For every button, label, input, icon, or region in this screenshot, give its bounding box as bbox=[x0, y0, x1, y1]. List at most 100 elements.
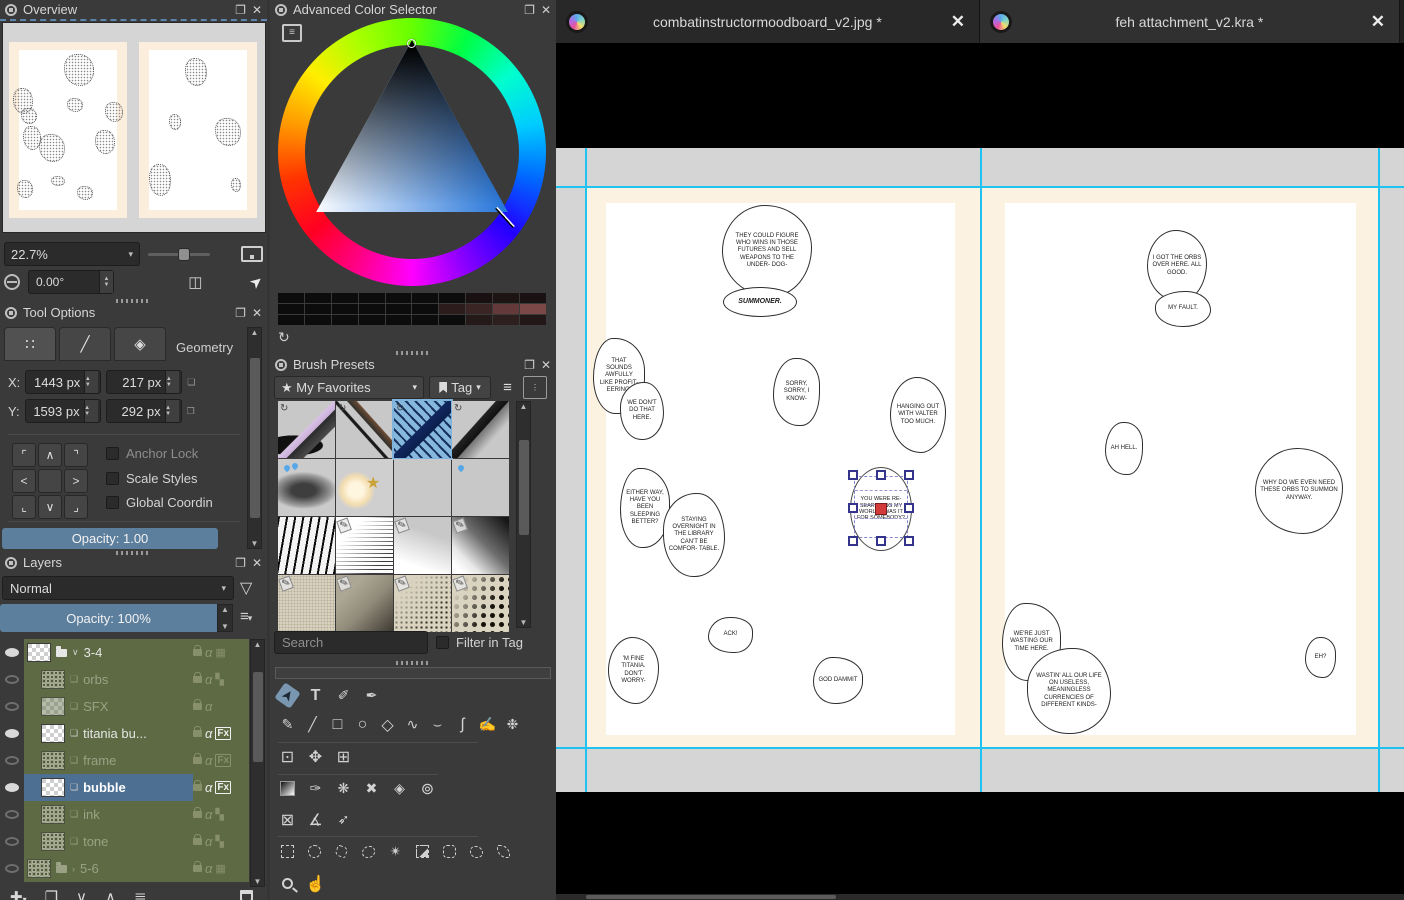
layer-row-orbs[interactable]: ❏ orbs α▚ bbox=[0, 666, 249, 693]
tool-assistants[interactable]: ⊠ bbox=[278, 810, 297, 829]
swatch[interactable] bbox=[466, 293, 492, 303]
canvas-workspace[interactable]: THEY COULD FIGURE WHO WINS IN THOSE FUTU… bbox=[556, 148, 1404, 792]
selected-shape-transform[interactable]: YOU WERE RE- SEARCHING MY WORLD? WAS IT … bbox=[847, 464, 915, 556]
tag-filter-dropdown[interactable]: ★ My Favorites▾ bbox=[274, 376, 424, 399]
swatch[interactable] bbox=[332, 293, 358, 303]
brush-preset[interactable]: ✎ bbox=[336, 517, 393, 574]
tool-magnetic-select[interactable] bbox=[494, 842, 513, 861]
width-field[interactable]: 217 px ▲▼ bbox=[106, 370, 182, 394]
anchor-center[interactable] bbox=[38, 469, 62, 493]
speech-bubble[interactable]: MY FAULT. bbox=[1155, 291, 1211, 327]
add-layer-button[interactable]: ✚▾ bbox=[10, 888, 27, 900]
swatch[interactable] bbox=[359, 315, 385, 325]
tool-enclose-fill[interactable]: ⊚ bbox=[418, 779, 437, 798]
tool-dynamic-brush[interactable]: ✍ bbox=[478, 715, 497, 734]
tab-fill[interactable]: ◈ bbox=[114, 327, 166, 361]
visibility-eye-icon[interactable] bbox=[0, 837, 24, 846]
transform-handle-sw[interactable] bbox=[848, 536, 858, 546]
speech-bubble[interactable]: SUMMONER. bbox=[723, 287, 797, 317]
global-coordinates-checkbox[interactable]: Global Coordin bbox=[106, 495, 213, 510]
tool-transform[interactable]: ⊡ bbox=[278, 747, 297, 766]
layer-options-menu-icon[interactable]: ≡▾ bbox=[240, 608, 251, 625]
speech-bubble[interactable]: SORRY, SORRY, I KNOW- bbox=[773, 358, 820, 426]
layer-row-5-6[interactable]: › 5-6 α▦ bbox=[0, 855, 249, 882]
x-position-field[interactable]: 1443 px ▲▼ bbox=[25, 370, 101, 394]
docker-handle[interactable] bbox=[396, 661, 430, 665]
move-layer-down-button[interactable]: ∨ bbox=[76, 888, 87, 900]
scale-styles-checkbox[interactable]: Scale Styles bbox=[106, 471, 198, 486]
docker-lock-icon[interactable] bbox=[5, 307, 17, 319]
swatch[interactable] bbox=[520, 315, 546, 325]
swatch[interactable] bbox=[386, 304, 412, 314]
tool-crop[interactable]: ⊞ bbox=[334, 747, 353, 766]
tool-smart-patch[interactable]: ✖ bbox=[362, 779, 381, 798]
blend-mode-dropdown[interactable]: Normal ▾ bbox=[2, 576, 234, 600]
tool-move[interactable]: ✥ bbox=[306, 747, 325, 766]
swatch[interactable] bbox=[278, 315, 304, 325]
layer-filter-icon[interactable]: ▽ bbox=[240, 578, 252, 598]
expand-chevron-icon[interactable]: › bbox=[72, 864, 75, 874]
expand-chevron-icon[interactable]: ∨ bbox=[72, 647, 79, 658]
brush-preset[interactable]: ↻ bbox=[278, 401, 335, 458]
transform-center-handle[interactable] bbox=[875, 503, 887, 515]
swatch[interactable] bbox=[466, 304, 492, 314]
swatch[interactable] bbox=[359, 304, 385, 314]
swatch[interactable] bbox=[520, 304, 546, 314]
close-docker-icon[interactable]: ✕ bbox=[541, 359, 551, 371]
tool-contiguous-select[interactable] bbox=[440, 842, 459, 861]
tool-freehand-select[interactable] bbox=[359, 842, 378, 861]
swatch[interactable] bbox=[412, 293, 438, 303]
brush-grid-scrollbar[interactable]: ▲▼ bbox=[516, 401, 531, 628]
visibility-eye-icon[interactable] bbox=[0, 783, 24, 792]
aspect-link-icon[interactable]: ❏ bbox=[187, 377, 195, 388]
tool-edit-shapes[interactable]: ✐ bbox=[334, 686, 353, 705]
float-docker-icon[interactable]: ❐ bbox=[235, 4, 246, 16]
speech-bubble[interactable]: WE DON'T DO THAT HERE. bbox=[620, 382, 664, 440]
anchor-top-left[interactable]: ⌜ bbox=[12, 443, 36, 467]
swatch[interactable] bbox=[278, 304, 304, 314]
brush-preset[interactable] bbox=[278, 459, 335, 516]
tab-stroke[interactable]: ╱ bbox=[59, 327, 111, 361]
visibility-eye-icon[interactable] bbox=[0, 729, 24, 738]
duplicate-layer-button[interactable]: ❐ bbox=[45, 888, 58, 900]
brush-preset[interactable]: ✎ bbox=[336, 575, 393, 632]
docker-lock-icon[interactable] bbox=[275, 359, 287, 371]
height-field[interactable]: 292 px ▲▼ bbox=[106, 399, 182, 423]
visibility-eye-icon[interactable] bbox=[0, 810, 24, 819]
tool-line[interactable]: ╱ bbox=[303, 715, 322, 734]
anchor-top-right[interactable]: ⌝ bbox=[64, 443, 88, 467]
toolbox-blank-field[interactable] bbox=[275, 667, 551, 679]
speech-bubble[interactable]: GOD DAMMIT bbox=[813, 657, 863, 704]
swatch[interactable] bbox=[439, 304, 465, 314]
transform-handle-se[interactable] bbox=[904, 536, 914, 546]
tag-button[interactable]: Tag▾ bbox=[429, 376, 491, 399]
tool-polyline[interactable]: ∿ bbox=[403, 715, 422, 734]
tool-reference-images[interactable]: ➶ bbox=[334, 810, 353, 829]
swatch[interactable] bbox=[493, 293, 519, 303]
float-docker-icon[interactable]: ❐ bbox=[235, 307, 246, 319]
zoom-slider-knob[interactable] bbox=[178, 248, 190, 261]
close-docker-icon[interactable]: ✕ bbox=[252, 4, 262, 16]
close-docker-icon[interactable]: ✕ bbox=[252, 307, 262, 319]
brush-preset[interactable]: ↻ bbox=[336, 401, 393, 458]
tool-options-scrollbar[interactable]: ▲▼ bbox=[247, 327, 262, 549]
tool-bezier-curve[interactable]: ⌣ bbox=[428, 715, 447, 734]
swatch[interactable] bbox=[466, 315, 492, 325]
tool-text[interactable]: T bbox=[306, 686, 325, 705]
tool-ellipse[interactable]: ○ bbox=[353, 715, 372, 734]
acs-settings-icon[interactable]: ≡ bbox=[282, 24, 302, 42]
swatch[interactable] bbox=[386, 293, 412, 303]
detail-view-icon[interactable]: ⋮ bbox=[523, 376, 547, 399]
aspect-link-icon[interactable]: ❐ bbox=[187, 406, 195, 417]
tool-color-sampler[interactable]: ✑ bbox=[306, 779, 325, 798]
close-docker-icon[interactable]: ✕ bbox=[252, 557, 262, 569]
tool-multibrush[interactable]: ❉ bbox=[503, 715, 522, 734]
tool-rectangle[interactable]: □ bbox=[328, 715, 347, 734]
tool-bezier-select[interactable] bbox=[467, 842, 486, 861]
anchor-bottom[interactable]: ∨ bbox=[38, 495, 62, 519]
list-view-icon[interactable]: ≡ bbox=[496, 376, 518, 399]
canvas-rotation-dial-icon[interactable] bbox=[4, 274, 20, 290]
layer-row-bubble[interactable]: ❏ bubble αFx bbox=[0, 774, 249, 801]
transform-handle-nw[interactable] bbox=[848, 470, 858, 480]
swatch[interactable] bbox=[439, 293, 465, 303]
